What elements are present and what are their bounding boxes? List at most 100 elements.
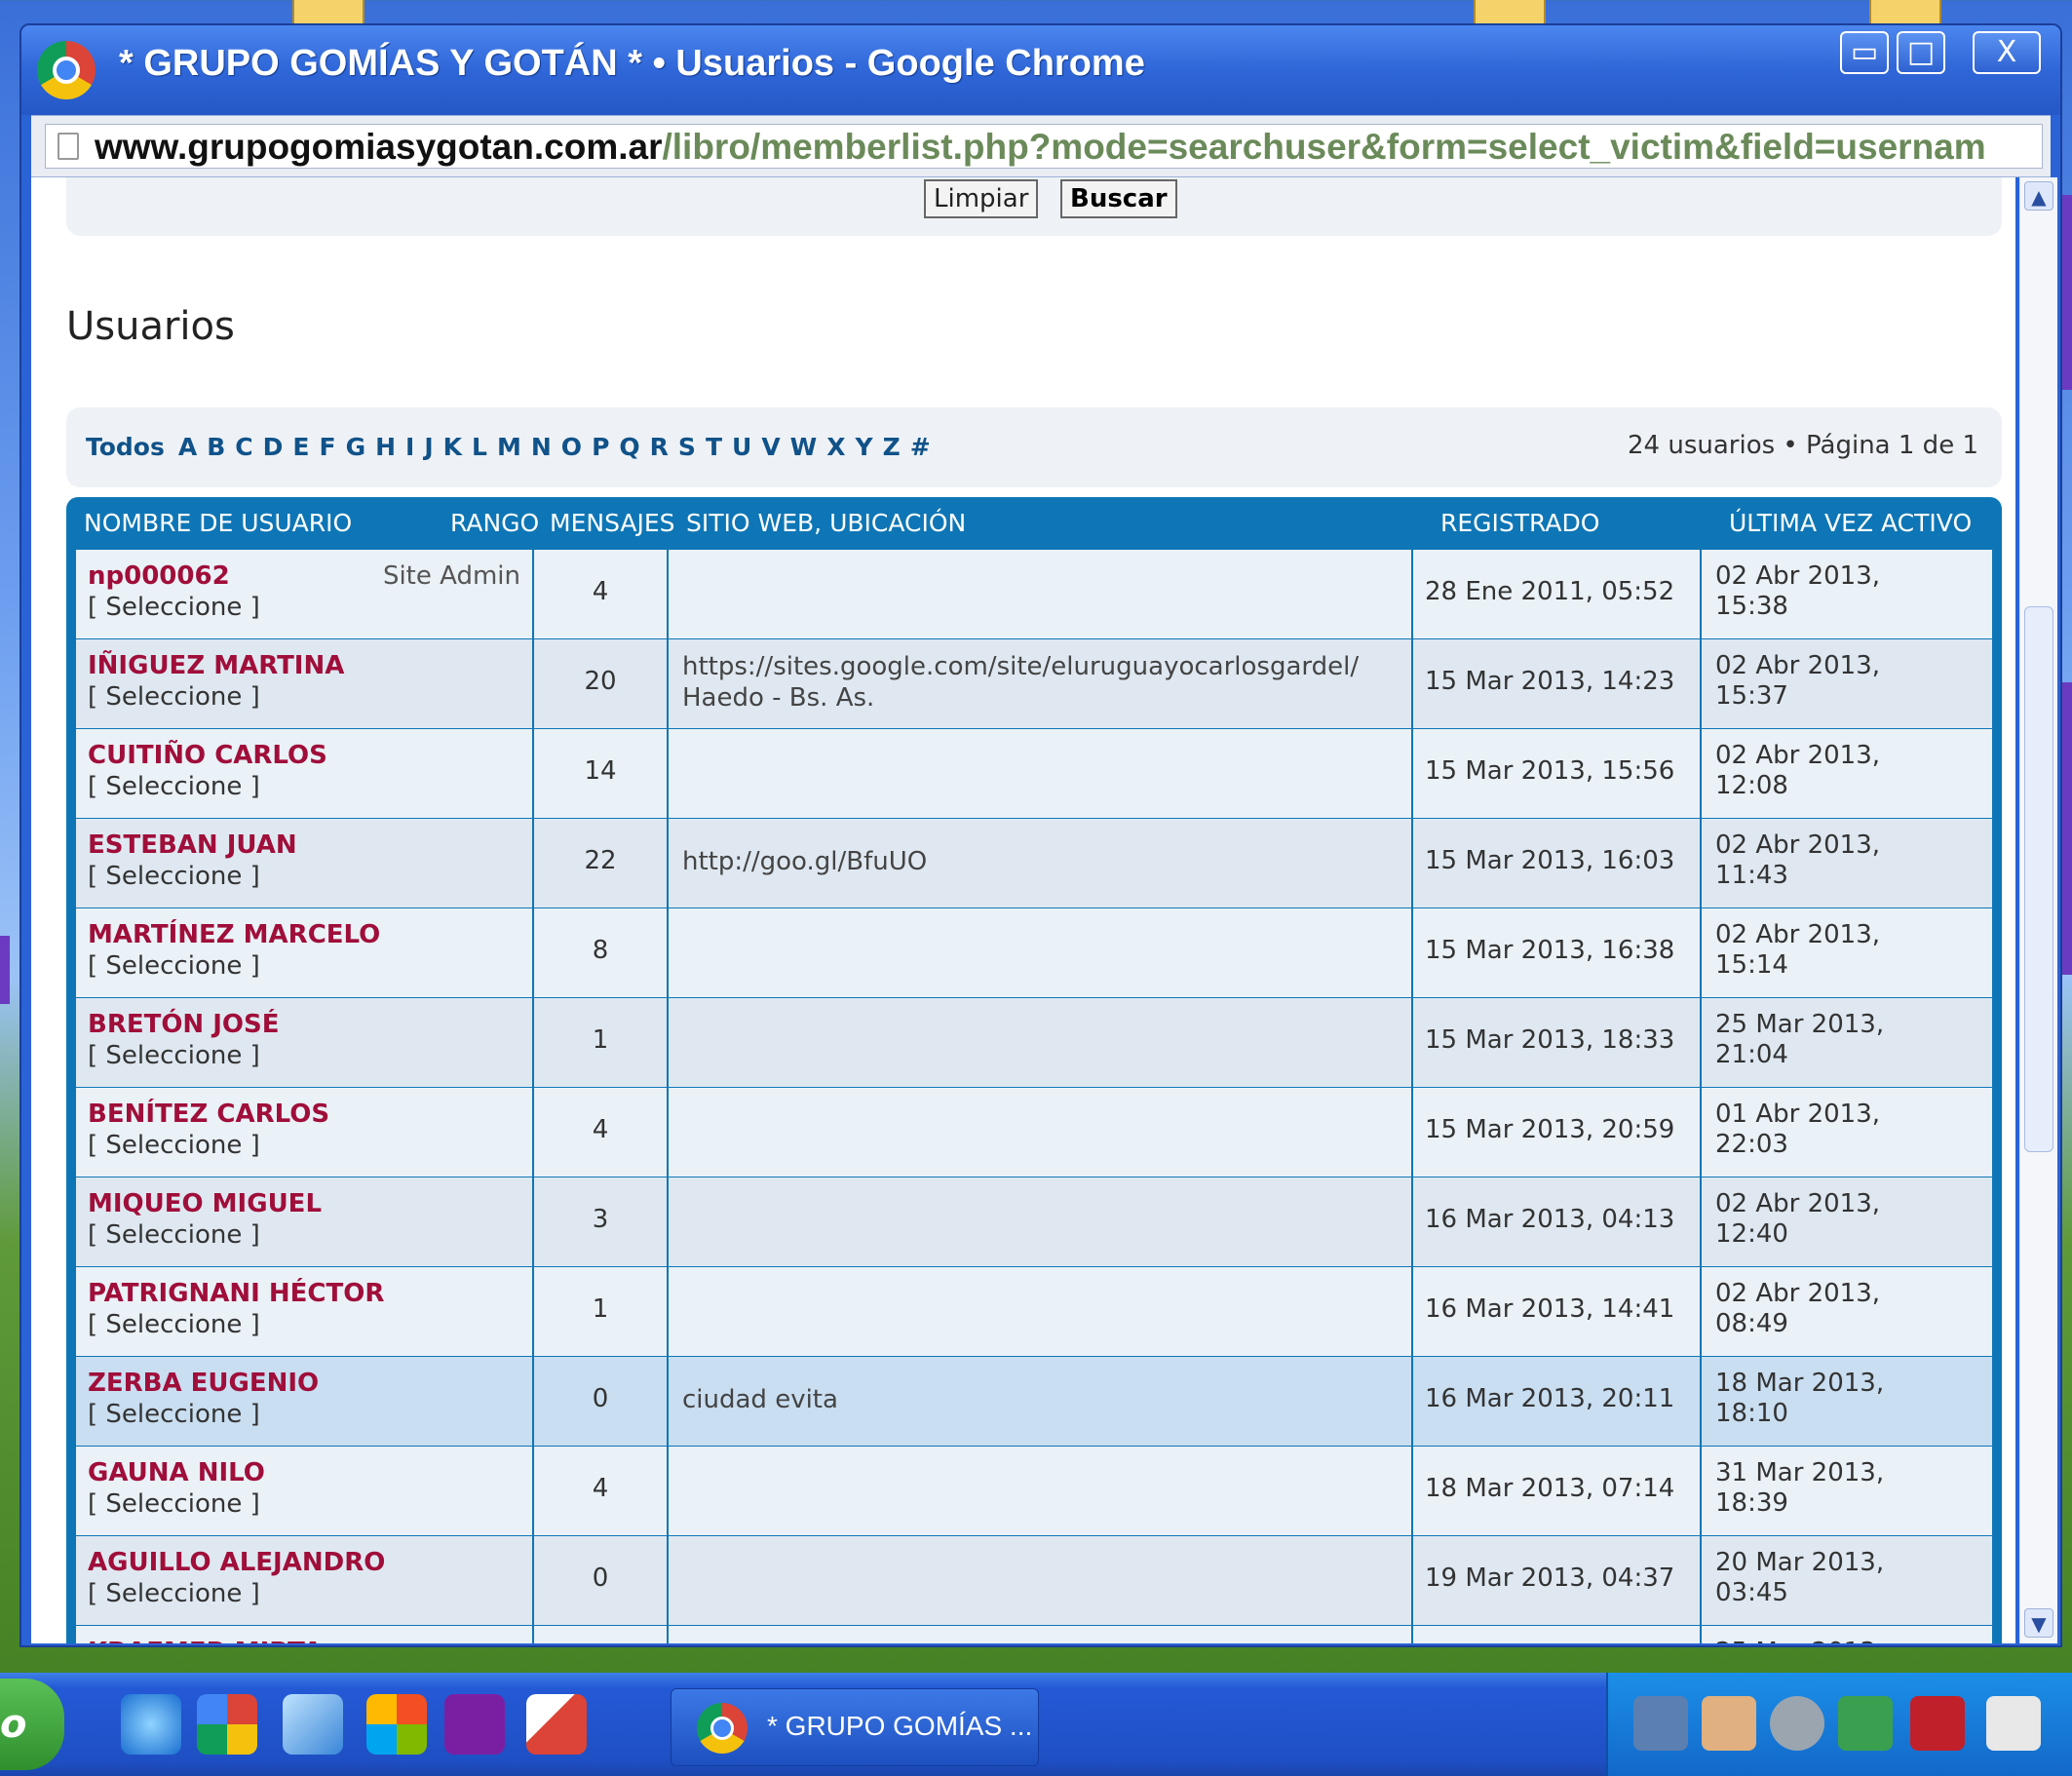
alphabet-link-all[interactable]: Todos xyxy=(86,433,165,461)
select-link[interactable]: [ Seleccione ] xyxy=(88,1579,260,1608)
username-link[interactable]: np000062 xyxy=(88,561,230,591)
header-last-active[interactable]: ÚLTIMA VEZ ACTIVO xyxy=(1729,509,1972,537)
alphabet-link-n[interactable]: N xyxy=(531,433,552,461)
cell-last-active: 02 Abr 2013, 15:14 xyxy=(1702,908,1992,997)
network-icon[interactable] xyxy=(283,1694,343,1755)
username-link[interactable]: PATRIGNANI HÉCTOR xyxy=(88,1279,384,1308)
alphabet-link-z[interactable]: Z xyxy=(883,433,901,461)
select-link[interactable]: [ Seleccione ] xyxy=(88,1041,260,1070)
mcafee-icon[interactable] xyxy=(1910,1696,1965,1751)
start-button[interactable]: o xyxy=(0,1679,64,1770)
select-link[interactable]: [ Seleccione ] xyxy=(88,1131,260,1160)
alphabet-link-a[interactable]: A xyxy=(178,433,197,461)
gmail-icon[interactable] xyxy=(526,1694,587,1755)
header-joined[interactable]: REGISTRADO xyxy=(1440,509,1599,537)
alphabet-link-hash[interactable]: # xyxy=(910,433,931,461)
internet-explorer-icon[interactable] xyxy=(121,1694,181,1755)
scroll-thumb[interactable] xyxy=(2024,606,2053,1152)
speaker-icon[interactable] xyxy=(1770,1696,1824,1751)
username-link[interactable]: AGUILLO ALEJANDRO xyxy=(88,1548,385,1577)
yahoo-icon[interactable] xyxy=(444,1694,505,1755)
alphabet-link-t[interactable]: T xyxy=(706,433,722,461)
last-active-date: 18 Mar 2013, 18:10 xyxy=(1715,1369,1885,1428)
maximize-button[interactable]: □ xyxy=(1897,31,1945,74)
website-location[interactable]: http://goo.gl/BfuUO xyxy=(682,846,927,877)
select-link[interactable]: [ Seleccione ] xyxy=(88,593,260,622)
select-link[interactable]: [ Seleccione ] xyxy=(88,1489,260,1519)
scroll-down-button[interactable]: ▼ xyxy=(2024,1608,2053,1638)
alphabet-link-p[interactable]: P xyxy=(592,433,609,461)
username-link[interactable]: IÑIGUEZ MARTINA xyxy=(88,651,344,680)
close-icon: X xyxy=(1996,35,2017,69)
select-link[interactable]: [ Seleccione ] xyxy=(88,682,260,712)
joined-date: 15 Mar 2013, 16:03 xyxy=(1425,846,1675,875)
network-tray-icon[interactable] xyxy=(1838,1696,1893,1751)
username-link[interactable]: ESTEBAN JUAN xyxy=(88,830,297,860)
title-bar[interactable]: * GRUPO GOMÍAS Y GOTÁN * • Usuarios - Go… xyxy=(21,25,2060,115)
header-website[interactable]: SITIO WEB, UBICACIÓN xyxy=(686,509,966,537)
username-link[interactable]: BENÍTEZ CARLOS xyxy=(88,1100,329,1129)
cell-username: MARTÍNEZ MARCELO[ Seleccione ] xyxy=(76,908,534,997)
monitor-icon[interactable] xyxy=(1633,1696,1688,1751)
username-link[interactable]: GAUNA NILO xyxy=(88,1458,265,1487)
google-icon[interactable] xyxy=(197,1694,257,1755)
username-link[interactable]: MIQUEO MIGUEL xyxy=(88,1189,322,1218)
alphabet-link-m[interactable]: M xyxy=(497,433,521,461)
alphabet-link-v[interactable]: V xyxy=(761,433,780,461)
alphabet-link-u[interactable]: U xyxy=(732,433,751,461)
alphabet-link-j[interactable]: J xyxy=(424,433,433,461)
website-location[interactable]: https://sites.google.com/site/eluruguayo… xyxy=(682,651,1359,714)
header-posts[interactable]: MENSAJES xyxy=(550,509,675,537)
header-rank[interactable]: RANGO xyxy=(450,509,539,537)
keyboard-icon[interactable] xyxy=(1986,1696,2041,1751)
joined-date: 16 Mar 2013, 04:13 xyxy=(1425,1205,1675,1234)
posts-count: 8 xyxy=(592,936,609,965)
alphabet-link-h[interactable]: H xyxy=(375,433,396,461)
cell-website xyxy=(669,1088,1413,1177)
username-link[interactable]: BRETÓN JOSÉ xyxy=(88,1010,280,1039)
select-link[interactable]: [ Seleccione ] xyxy=(88,1220,260,1250)
alphabet-link-d[interactable]: D xyxy=(263,433,284,461)
alphabet-link-q[interactable]: Q xyxy=(619,433,639,461)
alphabet-link-e[interactable]: E xyxy=(292,433,309,461)
windows-icon[interactable] xyxy=(366,1694,427,1755)
select-link[interactable]: [ Seleccione ] xyxy=(88,951,260,981)
username-link[interactable]: KRAEMER MIRTA xyxy=(88,1638,323,1643)
alphabet-link-g[interactable]: G xyxy=(346,433,366,461)
cell-joined: 16 Mar 2013, 04:13 xyxy=(1413,1178,1702,1266)
alphabet-link-i[interactable]: I xyxy=(405,433,414,461)
alphabet-link-x[interactable]: X xyxy=(826,433,845,461)
alphabet-link-s[interactable]: S xyxy=(678,433,696,461)
taskbar-chrome-window[interactable]: * GRUPO GOMÍAS ... xyxy=(671,1688,1039,1766)
minimize-button[interactable]: ▭ xyxy=(1840,31,1889,74)
mushroom-icon[interactable] xyxy=(1702,1696,1756,1751)
clear-button[interactable]: Limpiar xyxy=(924,179,1039,218)
chrome-logo-icon xyxy=(37,41,96,99)
alphabet-link-o[interactable]: O xyxy=(561,433,582,461)
alphabet-link-f[interactable]: F xyxy=(319,433,335,461)
scroll-up-button[interactable]: ▲ xyxy=(2024,181,2053,211)
close-button[interactable]: X xyxy=(1973,31,2041,74)
username-link[interactable]: MARTÍNEZ MARCELO xyxy=(88,920,380,949)
alphabet-link-k[interactable]: K xyxy=(443,433,462,461)
alphabet-link-c[interactable]: C xyxy=(235,433,252,461)
url-input[interactable]: www.grupogomiasygotan.com.ar/libro/membe… xyxy=(45,124,2043,169)
alphabet-link-r[interactable]: R xyxy=(650,433,669,461)
select-link[interactable]: [ Seleccione ] xyxy=(88,1310,260,1339)
cell-posts: 4 xyxy=(534,1447,669,1535)
select-link[interactable]: [ Seleccione ] xyxy=(88,1400,260,1429)
username-link[interactable]: CUITIÑO CARLOS xyxy=(88,741,327,770)
cell-joined: 15 Mar 2013, 15:56 xyxy=(1413,729,1702,818)
page-title: Usuarios xyxy=(66,304,235,349)
alphabet-link-l[interactable]: L xyxy=(472,433,487,461)
select-link[interactable]: [ Seleccione ] xyxy=(88,772,260,801)
username-link[interactable]: ZERBA EUGENIO xyxy=(88,1369,319,1398)
alphabet-link-w[interactable]: W xyxy=(790,433,818,461)
last-active-date: 02 Abr 2013, 15:38 xyxy=(1715,561,1881,621)
alphabet-link-y[interactable]: Y xyxy=(856,433,873,461)
header-username[interactable]: NOMBRE DE USUARIO xyxy=(84,509,352,537)
search-button[interactable]: Buscar xyxy=(1060,179,1177,218)
vertical-scrollbar[interactable]: ▲ ▼ xyxy=(2019,177,2057,1643)
select-link[interactable]: [ Seleccione ] xyxy=(88,862,260,891)
alphabet-link-b[interactable]: B xyxy=(207,433,225,461)
